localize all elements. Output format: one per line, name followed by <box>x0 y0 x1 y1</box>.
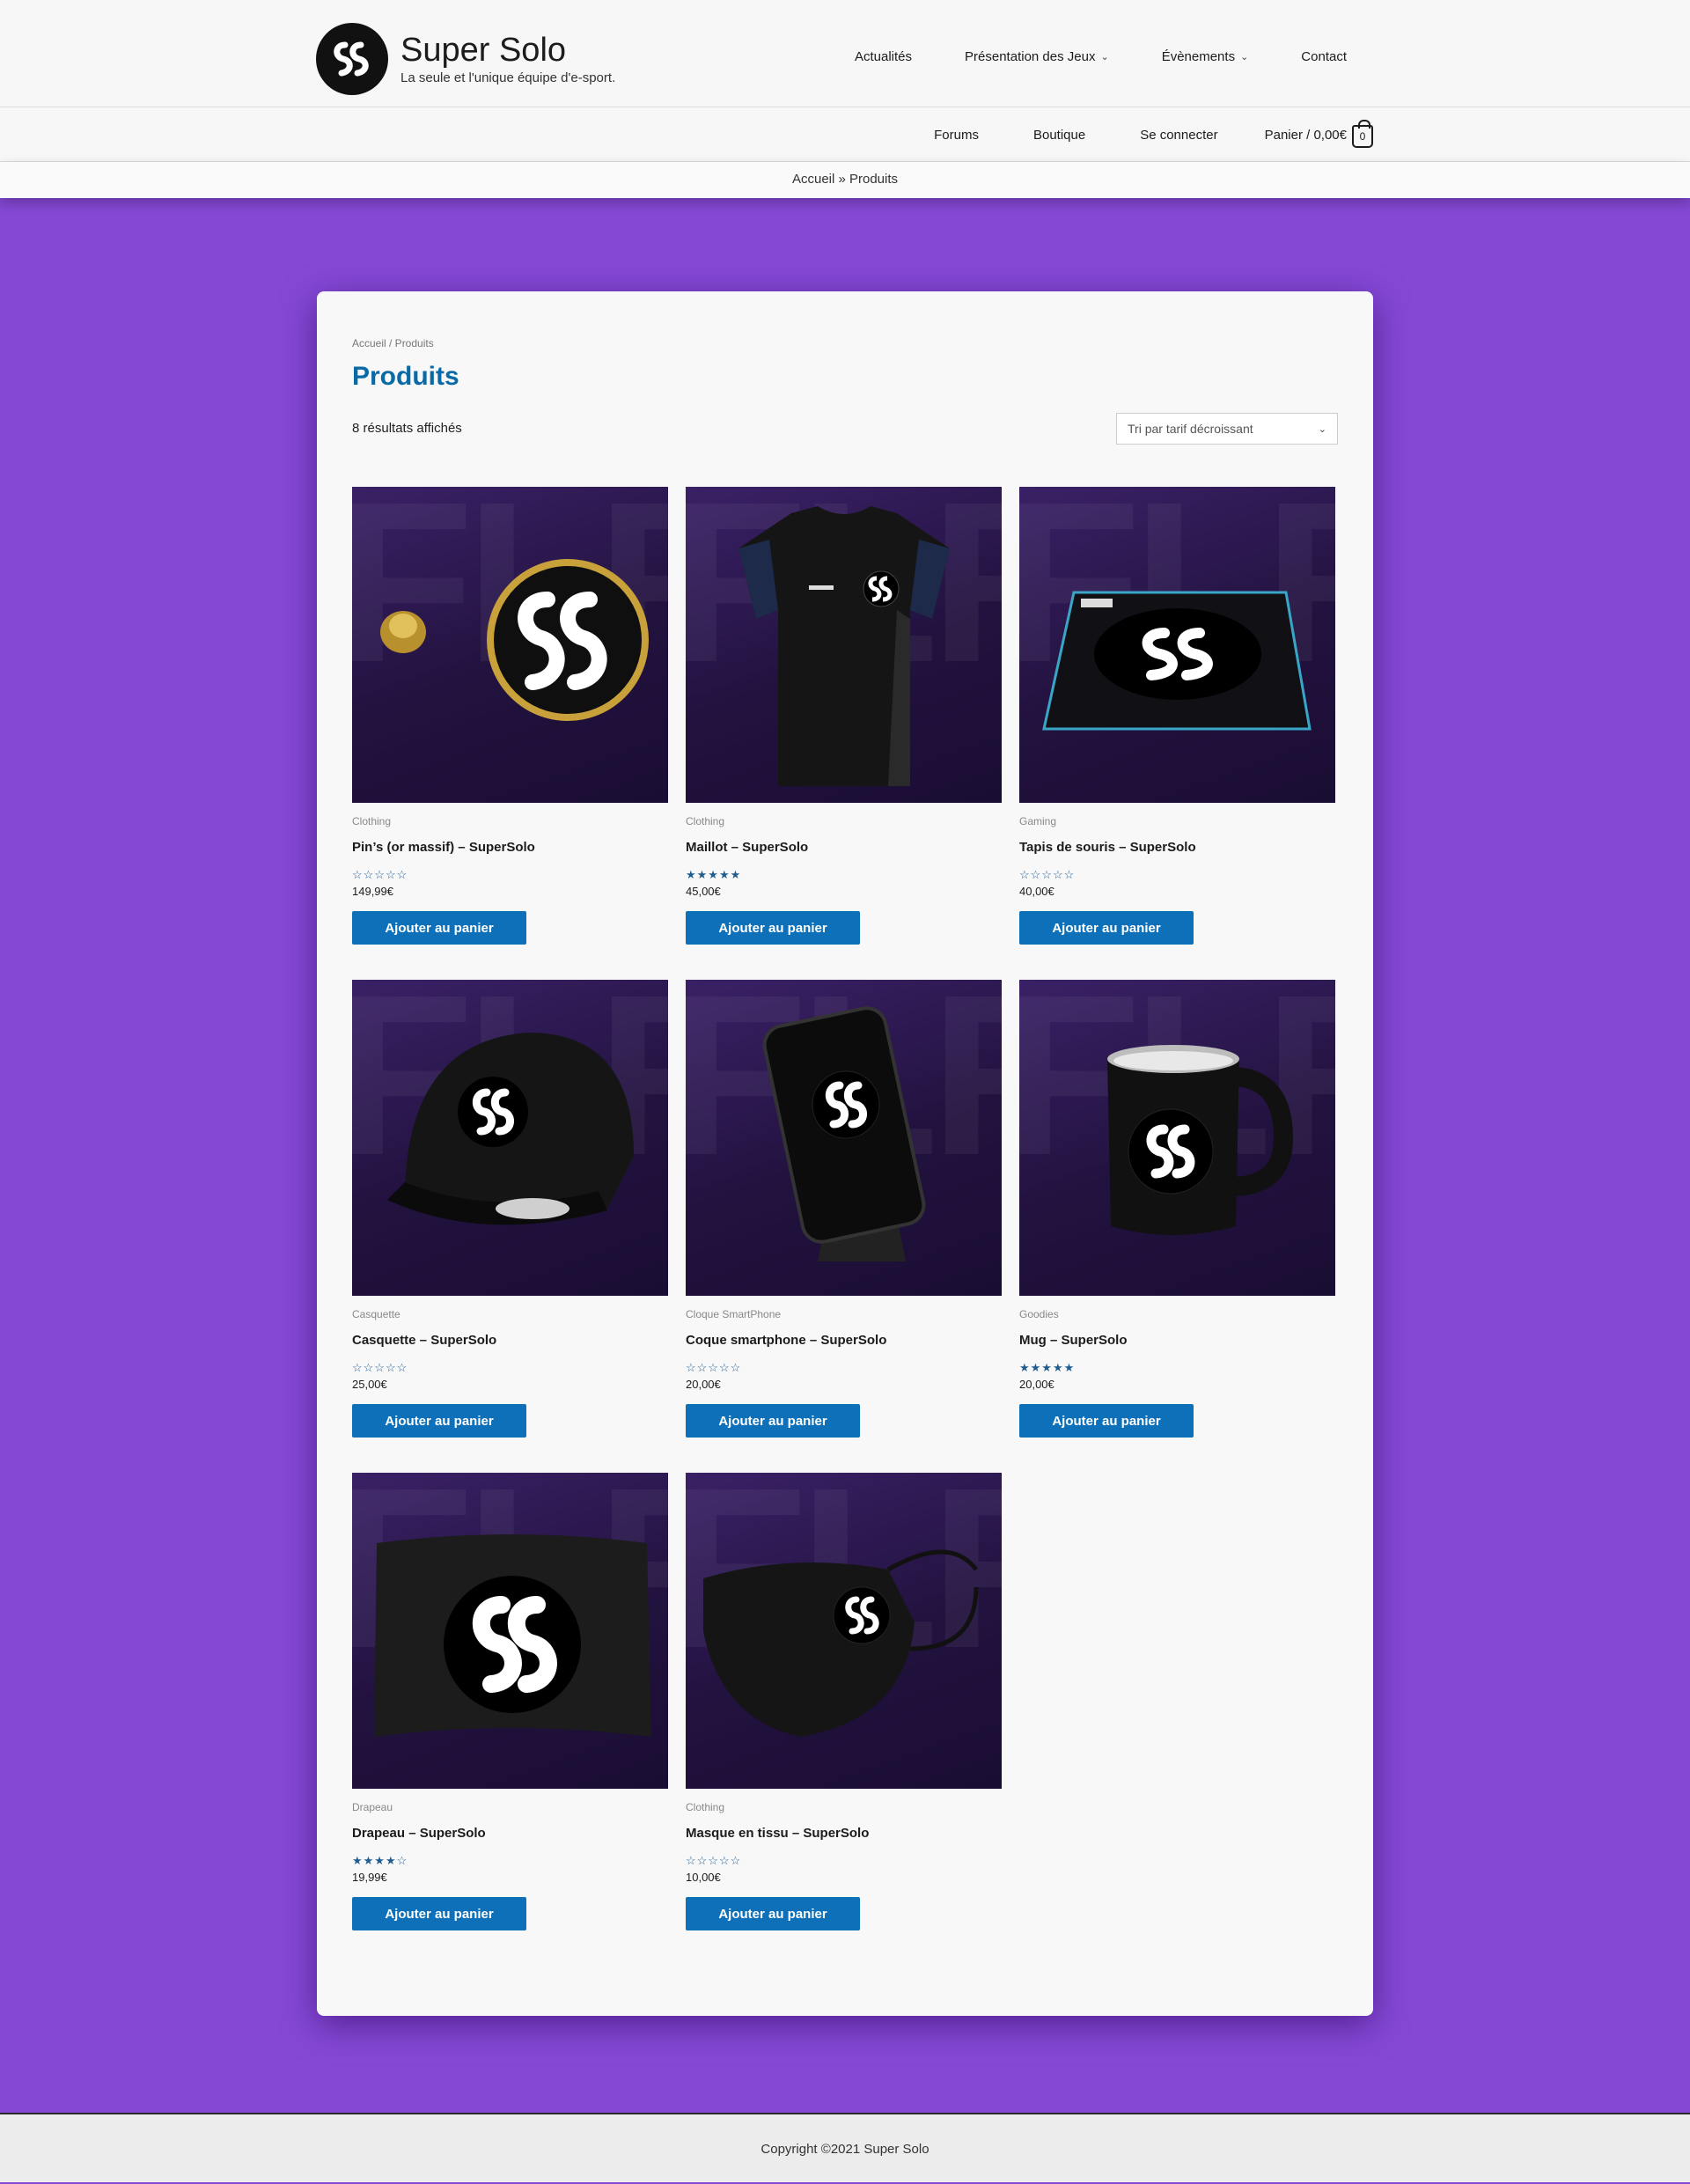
product-category[interactable]: Clothing <box>352 815 668 827</box>
nav-item-boutique[interactable]: Boutique <box>1006 128 1113 143</box>
cart-count: 0 <box>1359 130 1366 143</box>
product-name[interactable]: Tapis de souris – SuperSolo <box>1019 840 1335 855</box>
star-rating-icon: ☆☆☆☆☆ <box>686 1854 742 1867</box>
star-rating-icon: ☆☆☆☆☆ <box>352 1361 408 1374</box>
cart-bag-icon: 0 <box>1352 120 1373 148</box>
nav-label: Actualités <box>854 49 913 64</box>
cart-label: Panier / 0,00€ <box>1264 127 1347 143</box>
chevron-down-icon: ⌄ <box>1240 52 1249 63</box>
copyright: Copyright ©2021 Super Solo <box>760 2142 930 2157</box>
add-to-cart-button[interactable]: Ajouter au panier <box>352 911 526 945</box>
product-card: Goodies Mug – SuperSolo ★★★★★ 20,00€ Ajo… <box>1019 980 1335 1438</box>
add-to-cart-button[interactable]: Ajouter au panier <box>686 1897 860 1930</box>
site-header: Super Solo La seule et l'unique équipe d… <box>0 0 1690 198</box>
product-name[interactable]: Casquette – SuperSolo <box>352 1333 668 1348</box>
product-price: 45,00€ <box>686 885 721 898</box>
product-card: Clothing Maillot – SuperSolo ★★★★★ 45,00… <box>686 487 1002 945</box>
brand[interactable]: Super Solo La seule et l'unique équipe d… <box>316 23 615 95</box>
site-tagline: La seule et l'unique équipe d'e-sport. <box>400 70 616 86</box>
product-card: Clothing Pin’s (or massif) – SuperSolo ☆… <box>352 487 668 945</box>
add-to-cart-button[interactable]: Ajouter au panier <box>1019 1404 1194 1438</box>
nav-item-se-connecter[interactable]: Se connecter <box>1113 128 1245 143</box>
nav-item-contact[interactable]: Contact <box>1275 49 1347 64</box>
nav-item-forums[interactable]: Forums <box>907 128 1006 143</box>
product-price: 20,00€ <box>686 1378 721 1391</box>
product-category[interactable]: Clothing <box>686 1801 1002 1813</box>
product-price: 10,00€ <box>686 1871 721 1884</box>
nav-item-presentation-jeux[interactable]: Présentation des Jeux ⌄ <box>938 49 1135 64</box>
product-image-pin[interactable] <box>352 487 668 803</box>
product-grid: Clothing Pin’s (or massif) – SuperSolo ☆… <box>352 487 1338 1930</box>
product-name[interactable]: Mug – SuperSolo <box>1019 1333 1335 1348</box>
product-price: 40,00€ <box>1019 885 1054 898</box>
product-price: 19,99€ <box>352 1871 387 1884</box>
product-card: Casquette Casquette – SuperSolo ☆☆☆☆☆ 25… <box>352 980 668 1438</box>
product-category[interactable]: Gaming <box>1019 815 1335 827</box>
product-name[interactable]: Maillot – SuperSolo <box>686 840 1002 855</box>
product-card: Gaming Tapis de souris – SuperSolo ☆☆☆☆☆… <box>1019 487 1335 945</box>
logo-icon[interactable] <box>316 23 388 95</box>
sort-select[interactable]: Tri par tarif décroissant ⌄ <box>1116 413 1338 445</box>
star-rating-icon: ☆☆☆☆☆ <box>352 868 408 881</box>
shop-card: Accueil / Produits Produits 8 résultats … <box>317 291 1373 2016</box>
product-price: 20,00€ <box>1019 1378 1054 1391</box>
sort-selected-value: Tri par tarif décroissant <box>1128 422 1253 436</box>
page-title: Produits <box>352 362 459 391</box>
add-to-cart-button[interactable]: Ajouter au panier <box>686 1404 860 1438</box>
product-image-mug[interactable] <box>1019 980 1335 1296</box>
product-name[interactable]: Pin’s (or massif) – SuperSolo <box>352 840 668 855</box>
star-rating-icon: ★★★★★ <box>1019 1361 1076 1374</box>
product-image-mousepad[interactable] <box>1019 487 1335 803</box>
product-category[interactable]: Drapeau <box>352 1801 668 1813</box>
secondary-header: Forums Boutique Se connecter Panier / 0,… <box>0 107 1690 162</box>
add-to-cart-button[interactable]: Ajouter au panier <box>352 1404 526 1438</box>
product-category[interactable]: Casquette <box>352 1308 668 1320</box>
header-breadcrumb: Accueil » Produits <box>0 162 1690 198</box>
star-rating-icon: ★★★★★ <box>686 868 742 881</box>
add-to-cart-button[interactable]: Ajouter au panier <box>1019 911 1194 945</box>
product-image-flag[interactable] <box>352 1473 668 1789</box>
product-image-mask[interactable] <box>686 1473 1002 1789</box>
site-footer: Copyright ©2021 Super Solo <box>0 2113 1690 2182</box>
product-price: 149,99€ <box>352 885 393 898</box>
secondary-nav: Forums Boutique Se connecter Panier / 0,… <box>907 107 1373 162</box>
breadcrumb[interactable]: Accueil / Produits <box>352 337 1338 349</box>
product-category[interactable]: Clothing <box>686 815 1002 827</box>
nav-label: Contact <box>1301 49 1347 64</box>
product-card: Clothing Masque en tissu – SuperSolo ☆☆☆… <box>686 1473 1002 1930</box>
add-to-cart-button[interactable]: Ajouter au panier <box>686 911 860 945</box>
nav-label: Présentation des Jeux <box>965 49 1096 64</box>
product-category[interactable]: Goodies <box>1019 1308 1335 1320</box>
product-price: 25,00€ <box>352 1378 387 1391</box>
nav-label: Évènements <box>1161 49 1236 64</box>
nav-item-actualites[interactable]: Actualités <box>828 49 938 64</box>
star-rating-icon: ☆☆☆☆☆ <box>686 1361 742 1374</box>
main-nav: Actualités Présentation des Jeux ⌄ Évène… <box>828 49 1347 64</box>
cart-button[interactable]: Panier / 0,00€ 0 <box>1245 120 1373 148</box>
nav-item-evenements[interactable]: Évènements ⌄ <box>1135 49 1275 64</box>
product-name[interactable]: Masque en tissu – SuperSolo <box>686 1826 1002 1841</box>
page-body: Accueil / Produits Produits 8 résultats … <box>0 198 1690 2113</box>
star-rating-icon: ★★★★☆ <box>352 1854 408 1867</box>
product-image-jersey[interactable] <box>686 487 1002 803</box>
product-card: Drapeau Drapeau – SuperSolo ★★★★☆ 19,99€… <box>352 1473 668 1930</box>
chevron-down-icon: ⌄ <box>1318 423 1326 435</box>
add-to-cart-button[interactable]: Ajouter au panier <box>352 1897 526 1930</box>
top-header: Super Solo La seule et l'unique équipe d… <box>0 0 1690 107</box>
chevron-down-icon: ⌄ <box>1100 52 1109 63</box>
results-count: 8 résultats affichés <box>352 420 462 436</box>
star-rating-icon: ☆☆☆☆☆ <box>1019 868 1076 881</box>
product-name[interactable]: Drapeau – SuperSolo <box>352 1826 668 1841</box>
product-image-phone[interactable] <box>686 980 1002 1296</box>
product-image-cap[interactable] <box>352 980 668 1296</box>
product-name[interactable]: Coque smartphone – SuperSolo <box>686 1333 1002 1348</box>
site-title[interactable]: Super Solo <box>400 32 615 70</box>
product-card: Cloque SmartPhone Coque smartphone – Sup… <box>686 980 1002 1438</box>
product-category[interactable]: Cloque SmartPhone <box>686 1308 1002 1320</box>
